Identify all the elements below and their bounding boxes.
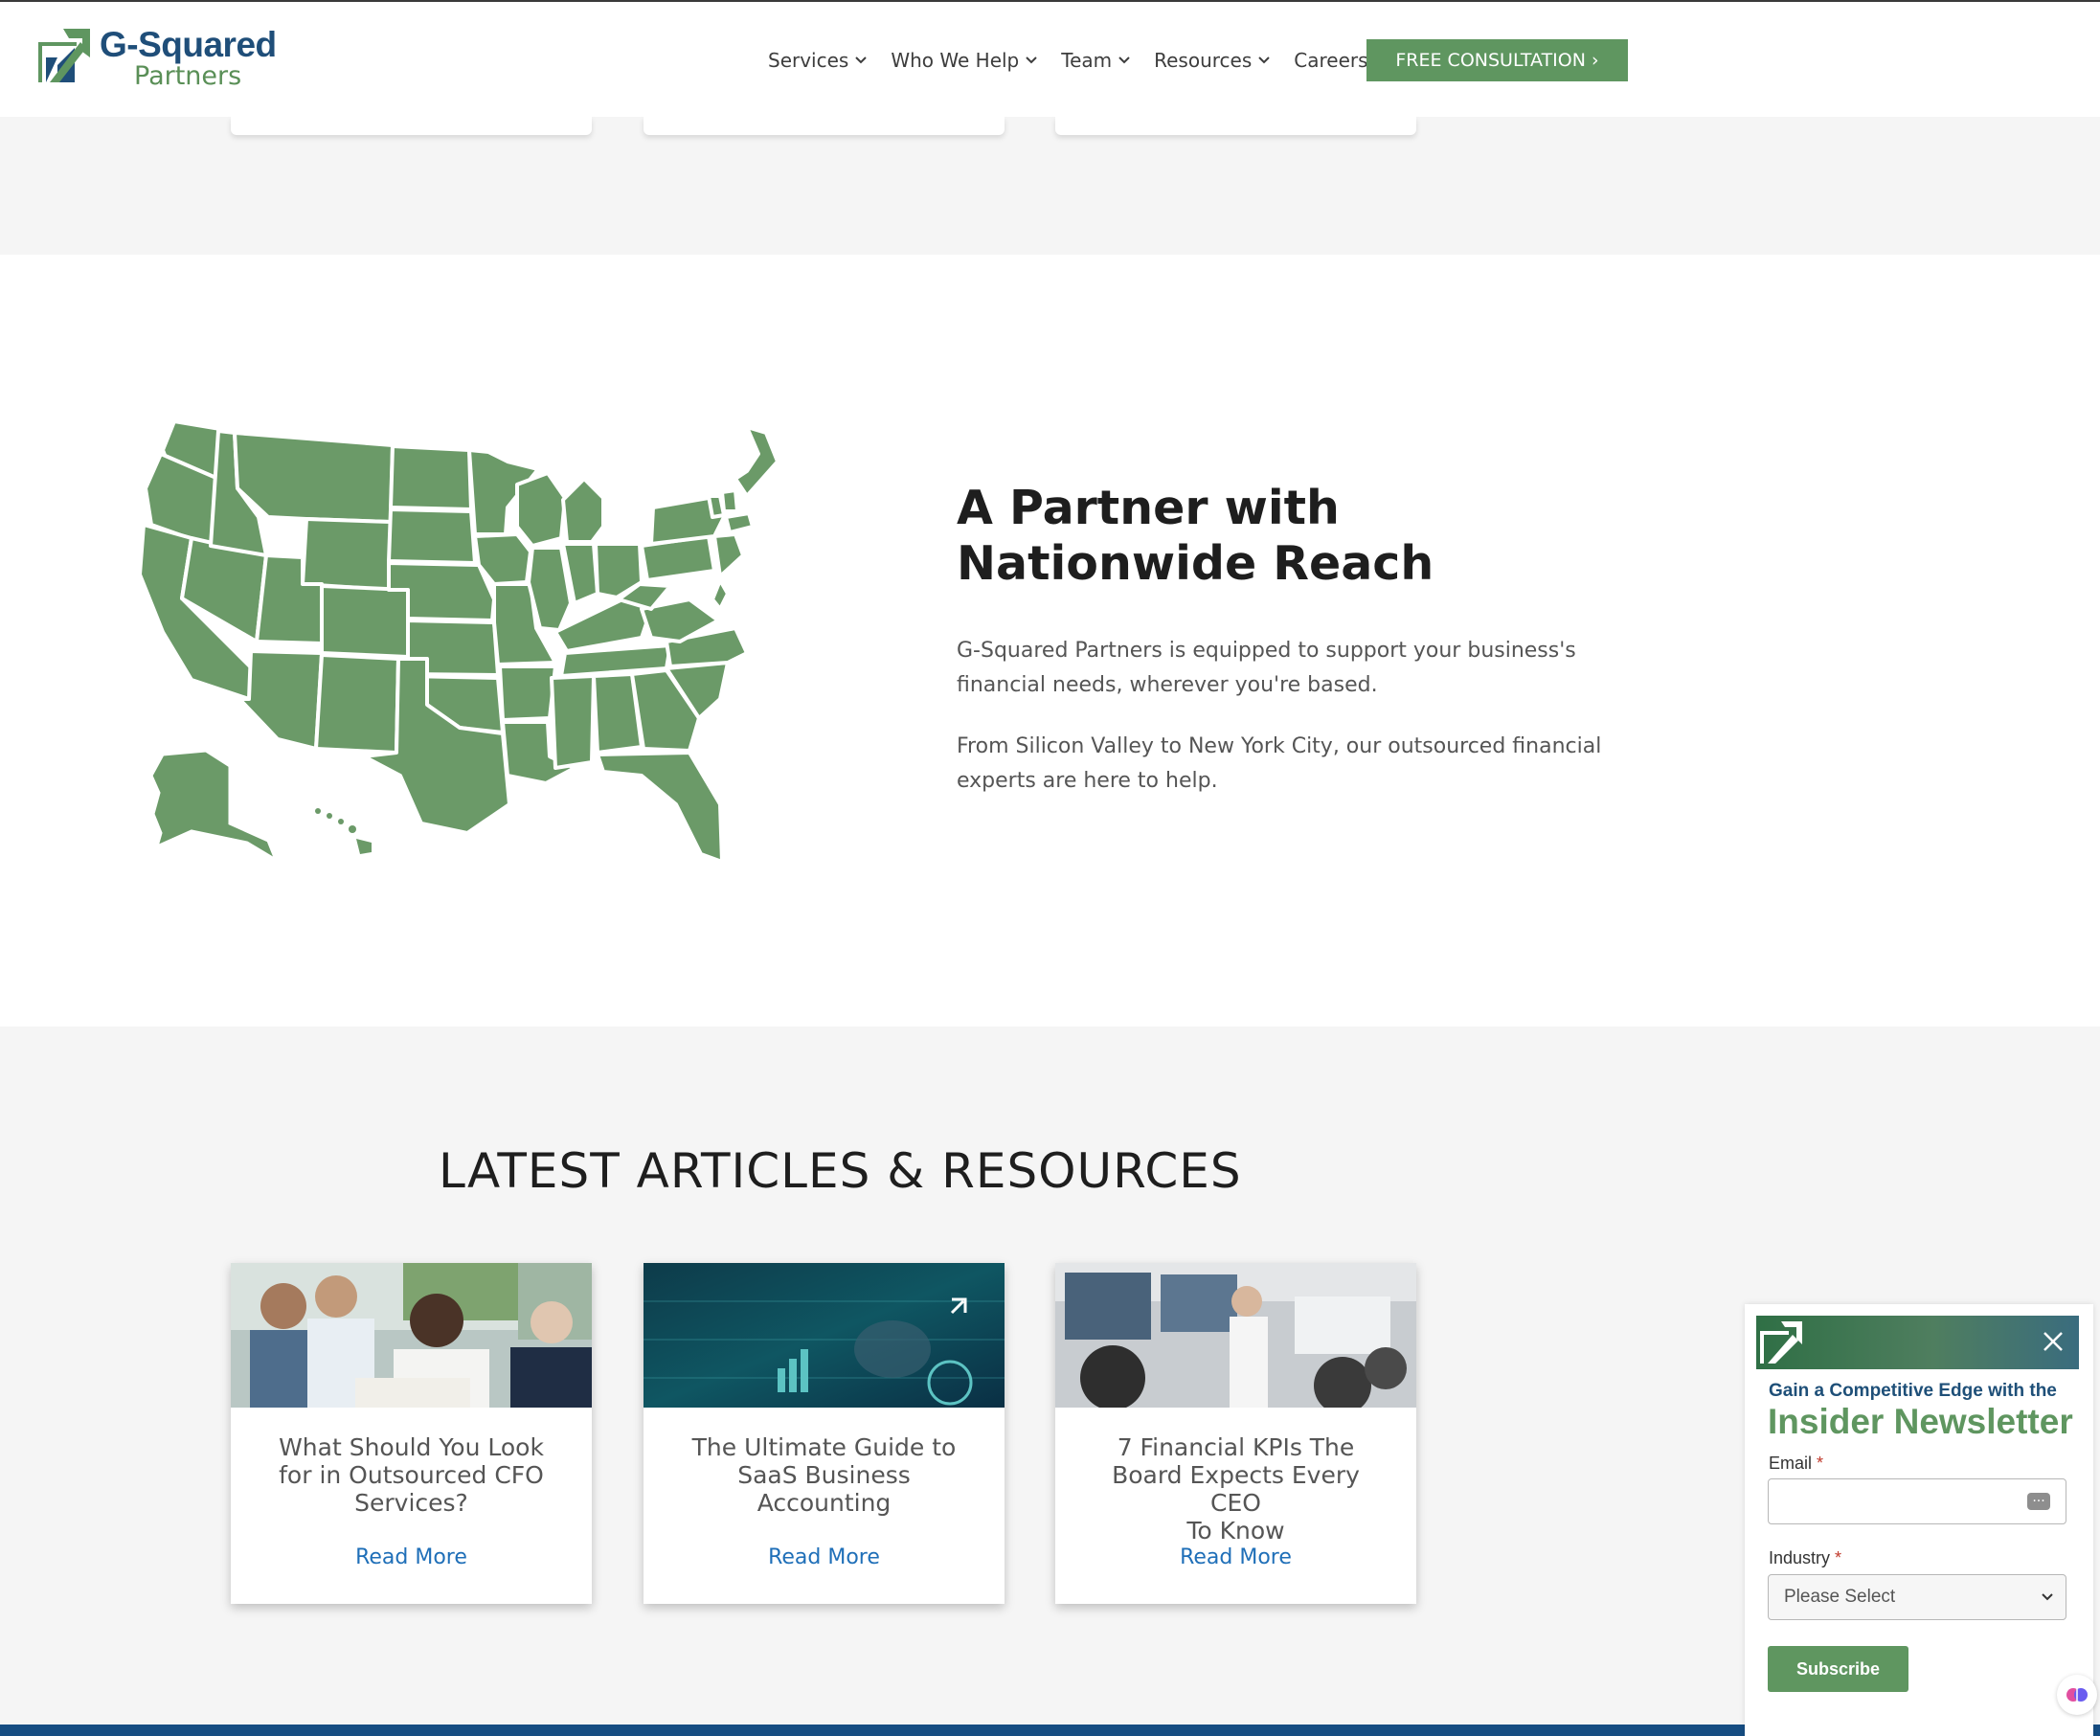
nav-item-resources[interactable]: Resources — [1154, 49, 1271, 72]
chevron-down-icon — [2042, 1593, 2053, 1601]
newsletter-banner — [1756, 1316, 2079, 1369]
article-image-team-meeting — [231, 1263, 592, 1408]
article-title[interactable]: 7 Financial KPIs The Board Expects Every… — [1084, 1433, 1388, 1544]
article-title-line: The Ultimate Guide to — [691, 1433, 957, 1461]
article-title-line: Services? — [354, 1489, 468, 1517]
chevron-down-icon — [855, 56, 868, 64]
nav-label: Team — [1061, 49, 1113, 72]
article-image-presentation — [1055, 1263, 1416, 1408]
article-image-digital-finance — [644, 1263, 1005, 1408]
article-title-line: What Should You Look — [279, 1433, 544, 1461]
industry-select-value: Please Select — [1784, 1587, 1896, 1607]
site-logo[interactable]: G-Squared Partners — [38, 25, 287, 92]
article-title-line: To Know — [1186, 1517, 1285, 1544]
paragraph-line: experts are here to help. — [957, 769, 1218, 793]
article-title[interactable]: What Should You Look for in Outsourced C… — [260, 1433, 563, 1517]
chevron-down-icon — [1258, 56, 1270, 64]
reach-paragraph-1: G-Squared Partners is equipped to suppor… — [957, 634, 1617, 703]
chevron-down-icon — [1026, 56, 1037, 64]
read-more-link[interactable]: Read More — [231, 1545, 592, 1569]
nav-label: Resources — [1154, 49, 1253, 72]
required-mark: * — [1835, 1548, 1842, 1567]
paragraph-line: financial needs, wherever you're based. — [957, 673, 1378, 697]
upper-section-band — [0, 117, 2100, 255]
reach-heading-line: A Partner with — [957, 481, 1340, 535]
card-stub — [644, 117, 1005, 135]
article-title-line: for in Outsourced CFO — [279, 1461, 544, 1489]
email-field[interactable]: ... — [1768, 1478, 2066, 1524]
nav-item-team[interactable]: Team — [1061, 49, 1131, 72]
industry-label: Industry * — [1769, 1548, 1841, 1568]
brain-icon — [2066, 1688, 2088, 1702]
email-label: Email * — [1769, 1454, 1823, 1474]
paragraph-line: G-Squared Partners is equipped to suppor… — [957, 639, 1576, 663]
free-consultation-button[interactable]: FREE CONSULTATION › — [1366, 39, 1628, 81]
password-manager-icon[interactable]: ... — [2027, 1491, 2050, 1510]
logo-name: G-Squared — [100, 25, 277, 64]
article-title-line: Accounting — [756, 1489, 892, 1517]
read-more-link[interactable]: Read More — [644, 1545, 1005, 1569]
newsletter-title: Insider Newsletter — [1768, 1402, 2073, 1441]
main-nav: Services Who We Help Team Resources Care… — [768, 46, 1391, 75]
industry-label-text: Industry — [1769, 1548, 1831, 1567]
article-title-line: 7 Financial KPIs The — [1117, 1433, 1355, 1461]
logo-arrow-icon — [1760, 1321, 1802, 1364]
article-card[interactable]: 7 Financial KPIs The Board Expects Every… — [1055, 1263, 1416, 1604]
reach-paragraph-2: From Silicon Valley to New York City, ou… — [957, 730, 1617, 799]
nav-item-who-we-help[interactable]: Who We Help — [891, 49, 1038, 72]
article-title-line: SaaS Business — [737, 1461, 911, 1489]
nav-label: Who We Help — [891, 49, 1020, 72]
nav-item-careers[interactable]: Careers — [1294, 49, 1367, 72]
reach-heading: A Partner with Nationwide Reach — [957, 481, 1434, 592]
required-mark: * — [1817, 1454, 1824, 1473]
articles-title: LATEST ARTICLES & RESOURCES — [439, 1143, 1242, 1199]
logo-subtitle: Partners — [134, 61, 242, 91]
nav-item-services[interactable]: Services — [768, 49, 868, 72]
newsletter-subtitle: Gain a Competitive Edge with the — [1769, 1381, 2057, 1401]
site-header: G-Squared Partners Services Who We Help … — [0, 2, 2100, 117]
article-card[interactable]: What Should You Look for in Outsourced C… — [231, 1263, 592, 1604]
email-label-text: Email — [1769, 1454, 1813, 1473]
industry-select[interactable]: Please Select — [1768, 1574, 2066, 1620]
card-stub — [1055, 117, 1416, 135]
close-icon[interactable] — [2039, 1327, 2067, 1356]
reach-heading-line: Nationwide Reach — [957, 536, 1434, 591]
logo-arrow-icon — [38, 29, 90, 82]
nav-label: Services — [768, 49, 849, 72]
card-stub — [231, 117, 592, 135]
newsletter-popup: Gain a Competitive Edge with the Insider… — [1745, 1304, 2093, 1736]
us-map-illustration — [138, 419, 779, 862]
paragraph-line: From Silicon Valley to New York City, ou… — [957, 734, 1602, 758]
article-title-line: Board Expects Every CEO — [1112, 1461, 1360, 1517]
article-title[interactable]: The Ultimate Guide to SaaS Business Acco… — [672, 1433, 976, 1517]
read-more-link[interactable]: Read More — [1055, 1545, 1416, 1569]
ai-assistant-button[interactable] — [2057, 1675, 2097, 1715]
subscribe-button[interactable]: Subscribe — [1768, 1646, 1908, 1692]
article-card[interactable]: The Ultimate Guide to SaaS Business Acco… — [644, 1263, 1005, 1604]
chevron-down-icon — [1118, 56, 1130, 64]
nav-label: Careers — [1294, 49, 1368, 72]
